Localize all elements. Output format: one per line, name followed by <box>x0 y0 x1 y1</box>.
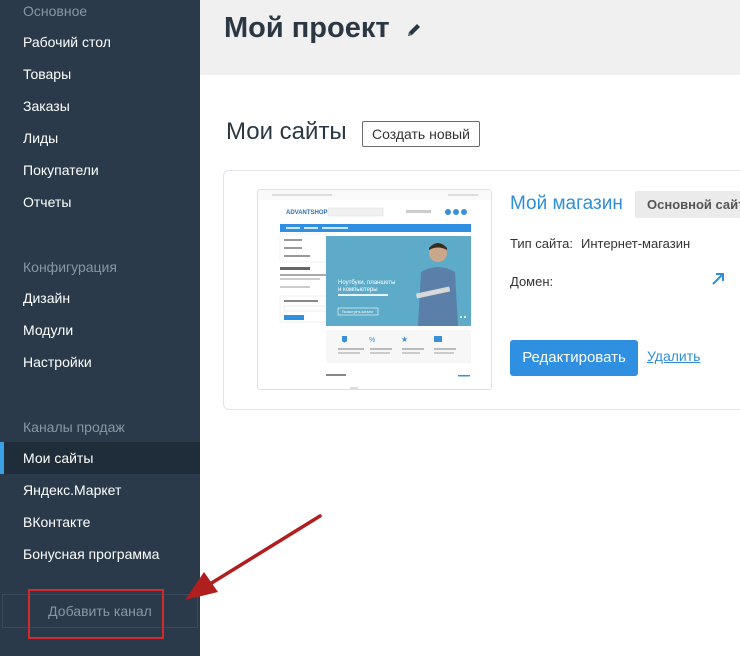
edit-button[interactable]: Редактировать <box>510 340 638 376</box>
sidebar-item-orders[interactable]: Заказы <box>0 90 200 122</box>
site-type-value: Интернет-магазин <box>581 236 691 251</box>
sidebar-item-bonus-program[interactable]: Бонусная программа <box>0 538 200 570</box>
page-header: Мой проект <box>200 0 740 75</box>
sidebar-item-products[interactable]: Товары <box>0 58 200 90</box>
site-name-link[interactable]: Мой магазин <box>510 193 623 215</box>
domain-label: Домен: <box>510 274 554 289</box>
svg-text:%: % <box>369 337 375 344</box>
site-type-label: Тип сайта: <box>510 236 573 251</box>
sidebar-item-vkontakte[interactable]: ВКонтакте <box>0 506 200 538</box>
sidebar-item-yandex-market[interactable]: Яндекс.Маркет <box>0 474 200 506</box>
sidebar-item-settings[interactable]: Настройки <box>0 346 200 378</box>
main-site-badge: Основной сайт <box>635 191 740 218</box>
sidebar-item-modules[interactable]: Модули <box>0 314 200 346</box>
highlight-box <box>28 589 164 639</box>
page-title: Мой проект <box>224 12 390 44</box>
preview-logo: ADVANTSHOP <box>286 210 328 216</box>
sidebar-item-dashboard[interactable]: Рабочий стол <box>0 26 200 58</box>
preview-banner-line1: Ноутбуки, планшеты <box>338 280 395 286</box>
sidebar-heading-config: Конфигурация <box>23 259 117 275</box>
delete-link[interactable]: Удалить <box>647 348 700 364</box>
create-new-button[interactable]: Создать новый <box>362 121 480 147</box>
sidebar-item-my-sites[interactable]: Мои сайты <box>0 442 200 474</box>
site-thumbnail[interactable]: ADVANTSHOP Ноутбуки, планшеты и компьюте… <box>257 189 492 390</box>
sidebar-heading-channels: Каналы продаж <box>23 419 125 435</box>
sidebar-item-design[interactable]: Дизайн <box>0 282 200 314</box>
svg-text:★: ★ <box>401 335 408 344</box>
preview-banner-button: Посмотреть каталог <box>342 310 374 314</box>
sidebar: Основное Рабочий стол Товары Заказы Лиды… <box>0 0 200 656</box>
sidebar-heading-main: Основное <box>23 3 88 19</box>
section-title: Мои сайты <box>226 118 347 145</box>
sidebar-item-customers[interactable]: Покупатели <box>0 154 200 186</box>
sidebar-item-leads[interactable]: Лиды <box>0 122 200 154</box>
preview-banner-line2: и компьютеры <box>338 287 378 293</box>
sidebar-item-reports[interactable]: Отчеты <box>0 186 200 218</box>
external-link-icon[interactable] <box>710 271 726 287</box>
site-preview-image: ADVANTSHOP Ноутбуки, планшеты и компьюте… <box>258 190 491 389</box>
pencil-icon[interactable] <box>406 22 422 38</box>
